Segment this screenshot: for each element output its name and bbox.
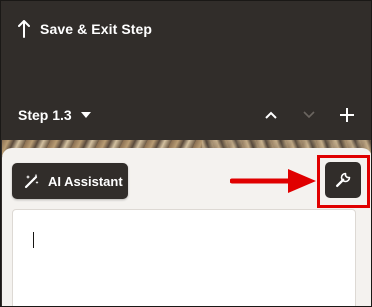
- step-text-editor[interactable]: [12, 209, 356, 306]
- step-selector[interactable]: Step 1.3: [18, 107, 91, 123]
- magic-wand-icon: [24, 174, 39, 189]
- app-window: Save & Exit Step Step 1.3 AI Assistant: [0, 0, 372, 307]
- plus-icon: [340, 108, 354, 122]
- wrench-icon: [336, 172, 351, 187]
- ai-assistant-label: AI Assistant: [48, 173, 123, 189]
- step-bar: Step 1.3: [18, 104, 358, 126]
- chevron-down-icon: [303, 111, 315, 119]
- move-step-down-button[interactable]: [298, 104, 320, 126]
- ai-assistant-button[interactable]: AI Assistant: [12, 163, 128, 199]
- arrow-up-icon: [18, 20, 30, 38]
- save-exit-step-button[interactable]: Save & Exit Step: [18, 19, 152, 39]
- move-step-up-button[interactable]: [260, 104, 282, 126]
- chevron-down-icon: [80, 112, 91, 118]
- text-cursor: [33, 232, 34, 248]
- save-exit-step-label: Save & Exit Step: [40, 21, 153, 37]
- step-label: Step 1.3: [18, 107, 72, 123]
- step-actions: [260, 104, 358, 126]
- chevron-up-icon: [265, 111, 277, 119]
- add-step-button[interactable]: [336, 104, 358, 126]
- wrench-button[interactable]: [325, 162, 361, 198]
- arrow-right-icon: [230, 169, 316, 193]
